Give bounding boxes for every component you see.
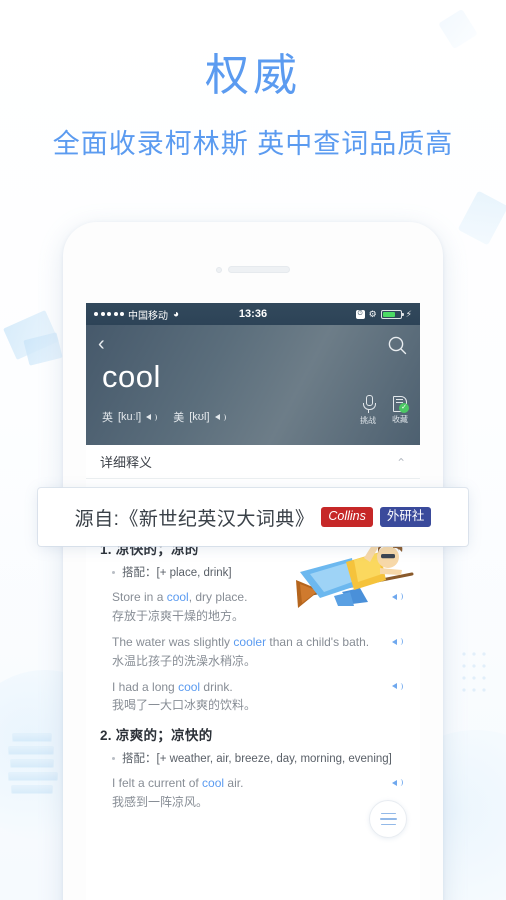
decorative-paper-shape-top-left: [3, 310, 59, 360]
collocation: 搭配：[+ weather, air, breeze, day, morning…: [112, 751, 406, 768]
phonetic-ipa-us: [kʊl]: [189, 411, 210, 423]
challenge-button[interactable]: 挑战: [360, 395, 376, 426]
challenge-label: 挑战: [360, 416, 376, 425]
example-text-before: I felt a current of: [112, 776, 203, 791]
battery-icon: [380, 309, 404, 319]
phone-earpiece-speaker: [228, 266, 290, 273]
list-menu-icon-line: [380, 812, 396, 815]
status-bar: 中国移动 ◕ 13:36 ⏱ ⚙ ⚡: [86, 303, 420, 325]
promo-title: 权威: [205, 51, 301, 100]
example-text-before: Store in a: [112, 590, 167, 605]
example-text-before: I had a long: [112, 679, 179, 694]
example-text-after: than a child's bath.: [266, 635, 370, 650]
example-item: I had a long cool drink. 我喝了一大口冰爽的饮料。: [112, 679, 406, 715]
decorative-paper-shape-top-left-2: [23, 332, 63, 366]
favorite-label: 收藏: [392, 415, 408, 424]
phonetic-ipa-uk: [kuːl]: [118, 411, 142, 423]
headword: cool: [102, 359, 161, 394]
source-dictionary-banner: 源自:《新世纪英汉大词典》 Collins 外研社: [38, 488, 468, 546]
list-menu-fab[interactable]: [369, 800, 407, 838]
list-menu-icon-line: [379, 818, 397, 820]
speaker-icon-us[interactable]: [214, 412, 227, 423]
example-keyword: cool: [178, 679, 201, 694]
sense-block: 2. 凉爽的；凉快的 搭配：[+ weather, air, breeze, d…: [100, 724, 406, 811]
search-icon[interactable]: [386, 334, 408, 356]
example-english: I had a long cool drink.: [112, 679, 376, 696]
header-actions: 挑战 ✓ 收藏: [360, 395, 409, 426]
sense-number: 2.: [100, 727, 112, 743]
example-english: I felt a current of cool air.: [112, 775, 376, 792]
example-text-after: , dry place.: [188, 590, 248, 605]
speaker-icon[interactable]: [392, 681, 404, 692]
promo-subtitle: 全面收录柯林斯 英中查词品质高: [52, 129, 454, 159]
collins-badge: Collins: [321, 506, 373, 528]
example-chinese: 水温比孩子的洗澡水稍凉。: [112, 653, 257, 668]
phonetic-region-us: 美: [173, 412, 185, 424]
signal-strength-icon: [94, 312, 124, 316]
microphone-icon: [361, 395, 376, 413]
example-keyword: cool: [166, 590, 189, 605]
speaker-icon[interactable]: [392, 777, 404, 788]
favorite-button[interactable]: ✓ 收藏: [392, 395, 409, 426]
bluetooth-icon: ⚙: [368, 308, 377, 319]
example-text-before: The water was slightly: [112, 635, 234, 650]
press-badge: 外研社: [379, 506, 432, 528]
example-text-after: air.: [224, 776, 244, 791]
decorative-paper-shape-top-right-2: [438, 8, 478, 50]
example-item: The water was slightly cooler than a chi…: [112, 634, 406, 670]
phonetics-row: 英 [kuːl] 美 [kʊl]: [102, 409, 227, 425]
example-chinese: 我感到一阵凉风。: [112, 794, 209, 809]
carrier-name: 中国移动: [128, 310, 168, 322]
example-english: The water was slightly cooler than a chi…: [112, 634, 376, 651]
decorative-book-stack-icon: [8, 733, 60, 795]
speaker-icon-uk[interactable]: [146, 412, 158, 423]
example-item: I felt a current of cool air. 我感到一阵凉风。: [112, 775, 406, 811]
back-button[interactable]: ‹: [98, 334, 120, 356]
detail-section-header[interactable]: 详细释义 ⌄: [86, 445, 420, 479]
phonetic-region-uk: 英: [102, 412, 113, 424]
flying-mascot-illustration: [296, 540, 414, 608]
sense-definition: 凉爽的；凉快的: [115, 727, 213, 743]
sense-heading: 2. 凉爽的；凉快的: [100, 724, 406, 744]
detail-section-label: 详细释义: [100, 455, 153, 470]
source-text: 源自:《新世纪英汉大词典》: [74, 508, 315, 530]
example-text-after: drink.: [200, 679, 233, 694]
decorative-paper-shape-top-right: [457, 190, 506, 246]
phone-front-camera: [216, 267, 222, 273]
example-chinese: 我喝了一大口冰爽的饮料。: [112, 698, 257, 713]
charging-bolt-icon: ⚡: [405, 308, 412, 319]
decorative-dots: [462, 652, 486, 692]
chevron-up-icon[interactable]: ⌄: [396, 455, 406, 469]
wifi-icon: ◕: [173, 308, 180, 320]
example-keyword: cool: [202, 776, 225, 791]
alarm-icon: ⏱: [355, 309, 365, 319]
example-keyword: cooler: [233, 635, 267, 650]
speaker-icon[interactable]: [392, 636, 404, 647]
app-header: ‹ cool 英 [kuːl] 美 [kʊl] 挑战 ✓ 收藏: [86, 325, 420, 445]
bookmark-check-icon: ✓: [392, 395, 409, 413]
list-menu-icon-line: [380, 823, 396, 826]
